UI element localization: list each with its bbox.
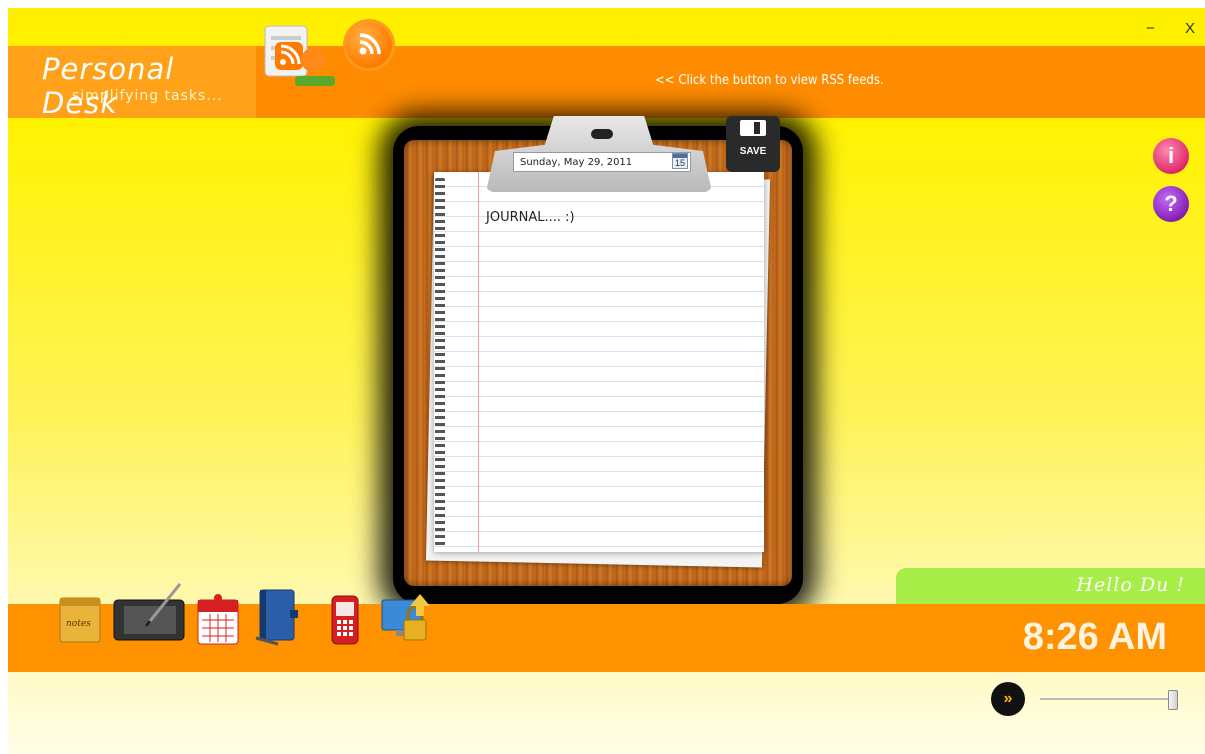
book-icon	[255, 589, 298, 646]
save-label: SAVE	[739, 146, 767, 157]
mobile-phone-button[interactable]	[320, 592, 368, 648]
close-button[interactable]: X	[1185, 20, 1195, 37]
clock-display: 8:26 AM	[1022, 616, 1167, 658]
drawing-tablet-button[interactable]	[112, 578, 186, 641]
help-icon[interactable]: ?	[1153, 186, 1189, 222]
app-subtitle: simplifying tasks...	[72, 88, 223, 104]
header-bar: Personal Desk simplifying tasks... << Cl…	[8, 46, 1205, 120]
greeting-text: Hello Du !	[1076, 574, 1185, 596]
bottom-bar: 8:26 AM	[8, 604, 1205, 672]
journal-page[interactable]	[434, 172, 764, 552]
calendar-icon	[197, 594, 239, 645]
notes-button[interactable]: notes	[56, 588, 104, 644]
floppy-disk-icon	[740, 120, 766, 136]
rss-icon	[359, 33, 381, 55]
brand-panel: Personal Desk simplifying tasks...	[8, 46, 256, 120]
address-book-button[interactable]	[254, 586, 302, 646]
notes-icon: notes	[59, 597, 101, 643]
volume-slider-track[interactable]	[1040, 698, 1172, 700]
rss-hint-text: << Click the button to view RSS feeds.	[655, 73, 884, 88]
lock-monitor-icon	[381, 594, 430, 641]
journal-text-area[interactable]: JOURNAL.... :)	[486, 210, 575, 225]
app-window: − X Personal Desk simplifying tasks... <…	[8, 8, 1205, 754]
greeting-bar: Hello Du !	[896, 568, 1205, 606]
app-title: Personal Desk	[42, 52, 175, 120]
clip-hole	[591, 129, 613, 139]
info-icon[interactable]: i	[1153, 138, 1189, 174]
news-reader-icon	[264, 25, 335, 86]
notes-label: notes	[66, 619, 91, 629]
calendar-picker-icon[interactable]: 15	[672, 153, 688, 169]
volume-slider-thumb[interactable]	[1168, 690, 1178, 710]
minimize-button[interactable]: −	[1146, 20, 1155, 37]
rss-feed-button[interactable]	[346, 22, 392, 68]
date-picker-field[interactable]: Sunday, May 29, 2011	[513, 152, 691, 172]
calendar-button[interactable]	[194, 590, 242, 646]
spiral-binding	[435, 178, 445, 546]
save-button[interactable]: SAVE	[726, 116, 780, 172]
drawing-tablet-icon	[113, 583, 185, 641]
music-play-button[interactable]: »	[991, 682, 1025, 716]
phone-icon	[331, 595, 359, 645]
lock-screen-button[interactable]	[378, 592, 432, 648]
